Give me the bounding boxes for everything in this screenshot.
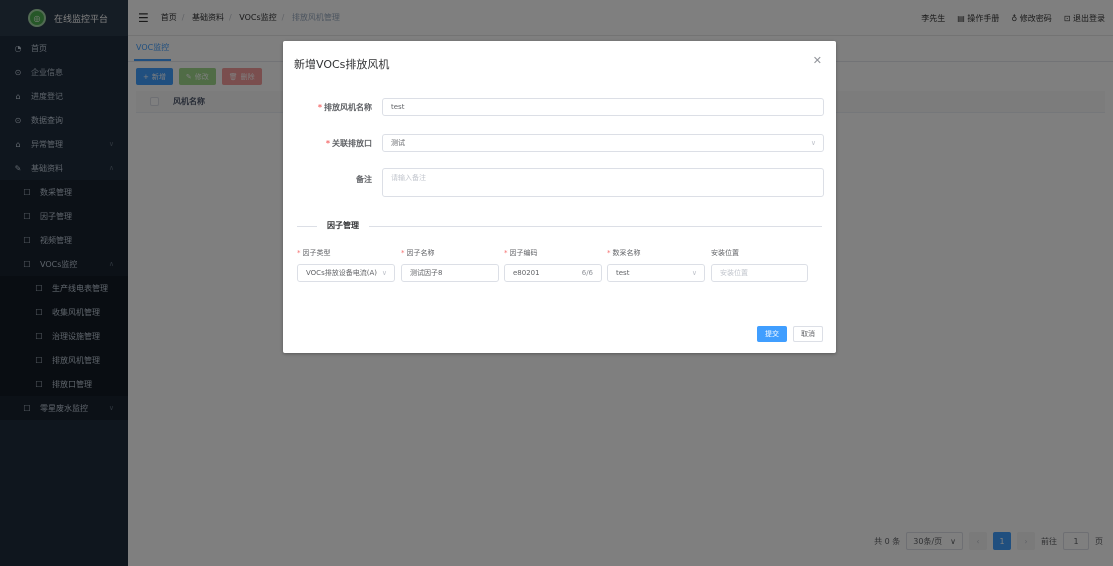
- factor-name-label: * 因子名称: [401, 249, 435, 257]
- remark-textarea[interactable]: 请输入备注: [382, 168, 824, 197]
- remark-label: 备注: [356, 175, 372, 184]
- fan-name-row: * 排放风机名称 test: [283, 98, 824, 116]
- dialog-title: 新增VOCs排放风机: [294, 58, 390, 71]
- collector-select[interactable]: test ∨: [607, 264, 705, 282]
- factor-section-title: 因子管理: [317, 220, 369, 231]
- chevron-down-icon: ∨: [810, 139, 816, 147]
- factor-type-select[interactable]: VOCs排放设备电流(A) ∨: [297, 264, 395, 282]
- char-counter: 6/6: [581, 269, 593, 277]
- outlet-label: * 关联排放口: [325, 138, 372, 148]
- location-input[interactable]: 安装位置: [711, 264, 808, 282]
- add-fan-dialog: 新增VOCs排放风机 ✕ * 排放风机名称 test * 关联排放口 测试 ∨ 备注 …: [283, 41, 836, 353]
- section-divider: [297, 226, 822, 227]
- fan-name-input[interactable]: test: [382, 98, 824, 116]
- chevron-down-icon: ∨: [691, 269, 697, 277]
- factor-name-input[interactable]: 测试因子8: [401, 264, 499, 282]
- collector-label: * 数采名称: [607, 249, 641, 257]
- factor-code-label: * 因子编码: [504, 249, 538, 257]
- outlet-row: * 关联排放口 测试 ∨: [283, 134, 824, 152]
- close-icon[interactable]: ✕: [813, 54, 822, 67]
- cancel-button[interactable]: 取消: [793, 326, 823, 342]
- factor-type-label: * 因子类型: [297, 249, 331, 257]
- remark-row: 备注 请输入备注: [283, 168, 824, 197]
- location-label: 安装位置: [711, 249, 739, 257]
- outlet-select[interactable]: 测试 ∨: [382, 134, 824, 152]
- dialog-footer: 提交 取消: [757, 326, 823, 342]
- factor-code-input[interactable]: e80201 6/6: [504, 264, 602, 282]
- chevron-down-icon: ∨: [379, 269, 387, 277]
- fan-name-label: * 排放风机名称: [317, 102, 372, 112]
- submit-button[interactable]: 提交: [757, 326, 787, 342]
